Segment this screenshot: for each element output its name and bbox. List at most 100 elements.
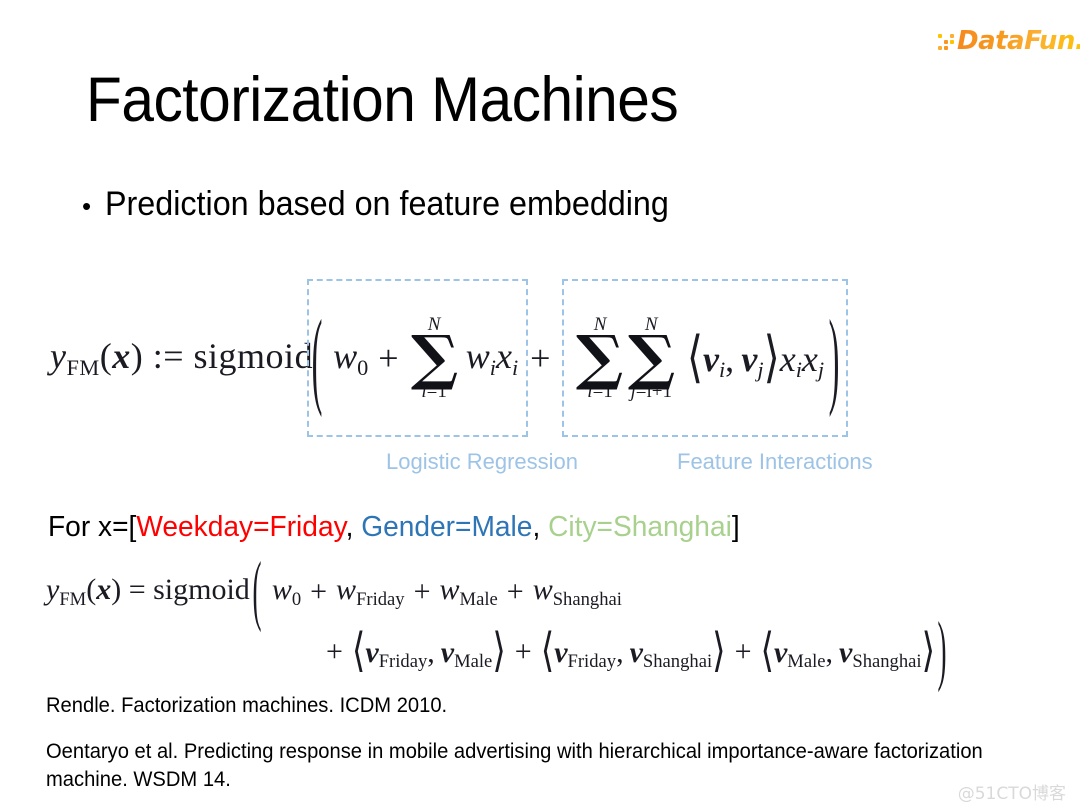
comma-2: , [616,635,624,669]
sigma-icon: ∑ [576,322,624,393]
vj-symbol: v [741,338,758,379]
comma-separator: , [725,338,735,379]
fm-main-equation: yFM(x) := sigmoid ( w0 + N ∑ i=1 wixi + … [50,278,849,438]
example-sep-2: , [532,511,549,543]
comma-3: , [825,635,834,669]
feature-interactions-box: N ∑ i=1 N ∑ j=i+1 ⟨vi, vj⟩xixj ) [562,279,849,437]
summation-j-inner: N ∑ j=i+1 [627,315,675,402]
bullet-item: • Prediction based on feature embedding [82,185,699,224]
example-suffix: ] [731,511,740,543]
paren-open-big: ( [311,298,323,418]
w-friday-symbol: w [336,573,357,607]
paren-close-big: ) [828,298,840,418]
logo-dots-icon [938,34,954,50]
xi-symbol: x [495,336,512,377]
v-friday-symbol-1: v [365,635,379,669]
v-shanghai-symbol-2: v [629,635,643,669]
v-male-subscript-3: Male [787,651,826,673]
x-vector-symbol: x [112,336,131,377]
y-symbol-2: y [46,573,60,607]
w-male-term: wMale [440,573,498,610]
w0-term-2: w0 [272,573,301,610]
plus-operator-e: + [514,635,532,668]
v-male-subscript-1: Male [454,651,493,673]
caption-feature-interactions: Feature Interactions [677,449,873,474]
plus-operator-between: + [530,338,551,378]
angle-open-2: ⟨ [540,625,555,677]
y-symbol: y [50,336,67,377]
x-vector-symbol-2: x [96,573,112,607]
reference-oentaryo: Oentaryo et al. Predicting response in m… [46,740,983,792]
w0-symbol: w [333,336,358,377]
v-male-symbol-3: v [773,635,788,669]
equation-lead: yFM(x) := sigmoid [50,335,313,380]
wi-xi-term: wixi [466,335,518,380]
v-shanghai-subscript-3: Shanghai [852,651,922,673]
paren-open-big-2: ( [252,547,262,634]
w0-subscript-2: 0 [291,588,302,610]
caption-logistic-regression: Logistic Regression [386,449,578,474]
angle-bracket-open: ⟨ [686,325,703,388]
example-feature-vector: For x=[Weekday=Friday, Gender=Male, City… [48,511,740,544]
w0-symbol-2: w [271,573,292,607]
summation-i: N ∑ i=1 [410,315,458,402]
bullet-marker-icon: • [82,191,92,221]
w-shanghai-symbol: w [532,573,553,607]
paren-open-small-2: ( [86,573,97,607]
sigmoid-function-name: sigmoid [193,336,314,377]
y-subscript: FM [66,354,100,380]
w-male-symbol: w [439,573,460,607]
v-friday-subscript-1: Friday [378,651,428,673]
logo-wordmark: DataFun. [957,26,1080,56]
v-male-symbol-1: v [440,635,455,669]
example-sep-1: , [345,511,362,543]
v-friday-subscript-2: Friday [567,651,617,673]
wi-symbol: w [465,336,490,377]
w-friday-term: wFriday [336,573,405,610]
w-friday-subscript: Friday [356,588,405,610]
xi-symbol-2: x [779,338,796,379]
plus-operator-f: + [734,635,752,668]
plus-operator-c: + [506,575,524,608]
equals-operator: = [128,573,146,607]
angle-close-2: ⟩ [712,625,726,677]
inner-product-male-shanghai: ⟨vMale, vShanghai⟩ [761,625,936,676]
y-subscript-2: FM [59,588,87,610]
inner-product-friday-male: ⟨vFriday, vMale⟩ [352,625,506,676]
sigmoid-function-name-2: sigmoid [153,573,250,607]
xi-subscript: i [511,354,519,380]
watermark-label: @51CTO博客 [957,784,1066,804]
inner-product-friday-shanghai: ⟨vFriday, vShanghai⟩ [541,625,726,676]
plus-operator-b: + [413,575,431,608]
example-feature-gender: Gender=Male [361,511,533,543]
bullet-item-label: Prediction based on feature embedding [105,185,669,223]
v-shanghai-subscript-2: Shanghai [642,651,713,673]
sigma-icon: ∑ [410,322,458,393]
example-prefix: For x=[ [48,511,137,543]
plus-operator-d: + [326,635,343,668]
angle-bracket-close: ⟩ [763,325,780,388]
paren-close-small: ) [130,336,144,377]
fm-expanded-equation: yFM(x) = sigmoid ( w0 + wFriday + wMale … [46,548,1066,694]
comma-1: , [427,635,435,669]
angle-open-1: ⟨ [351,625,366,677]
angle-close-3: ⟩ [921,625,936,677]
paren-close-small-2: ) [111,573,122,607]
summation-i-outer: N ∑ i=1 [576,315,624,402]
w0-term: w0 [333,335,368,380]
reference-rendle: Rendle. Factorization machines. ICDM 201… [46,694,448,717]
w-shanghai-term: wShanghai [533,573,622,610]
inner-product-term: ⟨vi, vj⟩xixj [687,326,824,388]
relation-operator: := [152,336,185,377]
f2-lead: yFM(x) = sigmoid [46,573,250,610]
expanded-equation-line-2: + ⟨vFriday, vMale⟩ + ⟨vFriday, vShanghai… [46,608,1066,694]
slide-canvas: DataFun. Factorization Machines • Predic… [0,0,1080,810]
datafun-logo: DataFun. [938,24,1080,58]
vi-symbol: v [702,338,719,379]
w-male-subscript: Male [459,588,498,610]
xj-symbol: x [801,338,818,379]
example-feature-city: City=Shanghai [548,511,732,543]
sigma-icon: ∑ [627,322,675,393]
paren-open-small: ( [99,336,113,377]
example-feature-weekday: Weekday=Friday [136,511,346,543]
